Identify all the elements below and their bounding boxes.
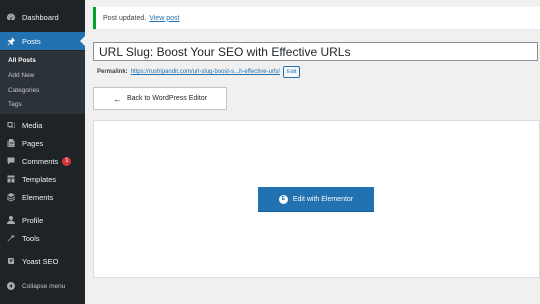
sidebar-item-label: Comments	[22, 156, 59, 166]
submenu-add-new[interactable]: Add New	[8, 72, 34, 79]
sidebar-item-dashboard[interactable]: Dashboard	[0, 8, 85, 26]
sidebar-item-comments[interactable]: Comments 1	[0, 152, 85, 170]
sidebar-item-media[interactable]: Media	[0, 116, 85, 134]
post-updated-notice: Post updated. View post	[93, 7, 540, 29]
dashboard-icon	[6, 12, 16, 22]
edit-permalink-button[interactable]: Edit	[282, 66, 301, 78]
elements-icon	[6, 192, 16, 202]
sidebar-item-label: Media	[22, 120, 43, 130]
sidebar-item-label: Profile	[22, 215, 44, 225]
sidebar-item-pages[interactable]: Pages	[0, 134, 85, 152]
yoast-icon	[6, 256, 16, 266]
sidebar-item-label: Templates	[22, 174, 57, 184]
sidebar-item-yoast-seo[interactable]: Yoast SEO	[0, 252, 85, 270]
collapse-menu-label: Collapse menu	[22, 282, 66, 290]
sidebar-item-label: Tools	[22, 233, 40, 243]
collapse-menu-button[interactable]: Collapse menu	[0, 277, 85, 295]
collapse-icon	[6, 281, 16, 291]
submenu-tags[interactable]: Tags	[8, 101, 22, 108]
comments-count-badge: 1	[62, 156, 72, 166]
sidebar-item-tools[interactable]: Tools	[0, 229, 85, 247]
back-button-label: Back to WordPress Editor	[126, 95, 207, 102]
comments-icon	[6, 156, 16, 166]
sidebar-item-label: Posts	[22, 36, 41, 46]
admin-sidebar: Dashboard Posts All Posts Add New Catego…	[0, 0, 85, 304]
elementor-icon: E	[278, 194, 288, 204]
submenu-categories[interactable]: Categories	[8, 87, 39, 94]
submenu-all-posts[interactable]: All Posts	[8, 57, 36, 64]
permalink-row: Permalink: https://rushipandit.com/url-s…	[97, 66, 301, 78]
tools-icon	[6, 233, 16, 243]
permalink-label: Permalink:	[97, 69, 128, 75]
view-post-link[interactable]: View post	[149, 15, 179, 22]
sidebar-item-profile[interactable]: Profile	[0, 211, 85, 229]
templates-icon	[6, 174, 16, 184]
notice-text: Post updated.	[103, 14, 147, 22]
sidebar-item-posts[interactable]: Posts	[0, 32, 85, 50]
pin-icon	[6, 36, 16, 46]
posts-submenu: All Posts Add New Categories Tags	[0, 51, 85, 114]
sidebar-item-label: Dashboard	[22, 12, 59, 22]
arrow-left-icon: ←	[112, 93, 122, 104]
profile-icon	[6, 215, 16, 225]
sidebar-item-templates[interactable]: Templates	[0, 170, 85, 188]
permalink-url-link[interactable]: https://rushipandit.com/url-slug-boost-s…	[131, 69, 280, 75]
post-title-input[interactable]	[93, 42, 538, 61]
elementor-button-label: Edit with Elementor	[292, 195, 354, 203]
pages-icon	[6, 138, 16, 148]
media-icon	[6, 120, 16, 130]
sidebar-item-elements[interactable]: Elements	[0, 188, 85, 206]
sidebar-item-label: Elements	[22, 192, 54, 202]
back-to-wordpress-editor-button[interactable]: ← Back to WordPress Editor	[93, 87, 227, 110]
sidebar-item-label: Pages	[22, 138, 44, 148]
sidebar-item-label: Yoast SEO	[22, 256, 59, 266]
edit-with-elementor-button[interactable]: E Edit with Elementor	[258, 187, 374, 211]
